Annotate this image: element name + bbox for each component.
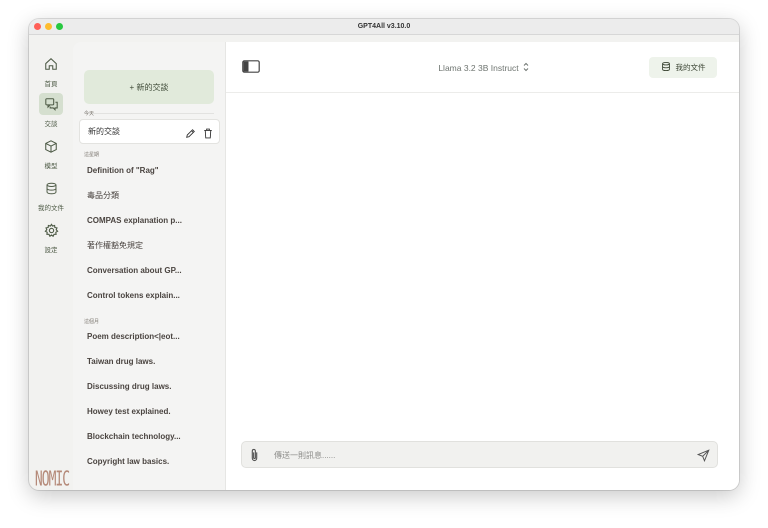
nav-item-models[interactable]: 模型 [33,135,69,173]
nav-label-home: 首頁 [44,81,58,88]
title-bar: GPT4All v3.10.0 [29,19,739,35]
chat-main: Llama 3.2 3B Instruct 我的文件 [225,42,739,490]
chat-item[interactable]: 毒品分類 [79,185,219,207]
model-selector-label: Llama 3.2 3B Instruct [438,63,519,73]
nav-item-settings[interactable]: 設定 [33,219,69,257]
localdocs-button[interactable]: 我的文件 [649,57,717,78]
gear-icon [39,219,63,241]
nav-label-models: 模型 [44,163,58,170]
chat-item[interactable]: Conversation about GP... [79,260,219,282]
chat-item-current-label: 新的交談 [88,127,120,136]
nav-rail: 首頁 交談 模型 我的文件 設定 NOMIC [29,35,73,490]
chevron-up-down-icon [523,62,529,74]
home-icon [39,53,63,75]
nomic-logo: NOMIC [34,468,70,490]
localdocs-button-label: 我的文件 [675,63,706,72]
cube-icon [39,135,63,157]
chat-item[interactable]: Poem description<|eot... [79,326,219,348]
chat-bubbles-icon [39,93,63,115]
database-icon [661,61,671,74]
chat-item[interactable]: 著作權豁免規定 [79,235,219,257]
section-title-today: 今天 [84,111,95,117]
edit-icon[interactable] [185,125,196,143]
chat-item[interactable]: COMPAS explanation p... [79,210,219,232]
message-input[interactable] [274,446,674,464]
chat-item-current[interactable]: 新的交談 [79,119,220,144]
chat-header: Llama 3.2 3B Instruct 我的文件 [226,42,739,93]
chat-item[interactable]: Definition of "Rag" [79,160,219,182]
window-title: GPT4All v3.10.0 [357,23,411,30]
section-title-month: 這個月 [84,319,100,325]
nav-label-chats: 交談 [44,121,58,128]
chat-sidebar: + 新的交談 今天 新的交談 這星期 Definition of "Rag" 毒… [73,42,225,490]
send-icon[interactable] [696,449,710,467]
nav-label-settings: 設定 [44,247,58,254]
sidebar-toggle-icon[interactable] [242,60,260,78]
chat-item[interactable]: Discussing drug laws. [79,376,219,398]
sidebar-divider [84,113,214,114]
chat-item[interactable]: Blockchain technology... [79,426,219,448]
app-window: GPT4All v3.10.0 首頁 交談 模型 我的文件 設定 NOMIC +… [29,19,739,490]
section-title-week: 這星期 [84,152,100,158]
database-icon [39,177,63,199]
trash-icon[interactable] [203,125,213,143]
nav-item-home[interactable]: 首頁 [33,53,69,91]
nav-item-localdocs[interactable]: 我的文件 [33,177,69,215]
chat-item[interactable]: Howey test explained. [79,401,219,423]
message-composer [241,441,718,468]
chat-item[interactable]: Control tokens explain... [79,285,219,307]
model-selector[interactable]: Llama 3.2 3B Instruct [416,61,551,75]
nav-item-chats[interactable]: 交談 [33,93,69,131]
new-chat-button[interactable]: + 新的交談 [84,70,214,104]
paperclip-icon[interactable] [250,448,259,467]
nav-label-localdocs: 我的文件 [38,205,64,212]
chat-item[interactable]: Copyright law basics. [79,451,219,473]
chat-item[interactable]: Taiwan drug laws. [79,351,219,373]
